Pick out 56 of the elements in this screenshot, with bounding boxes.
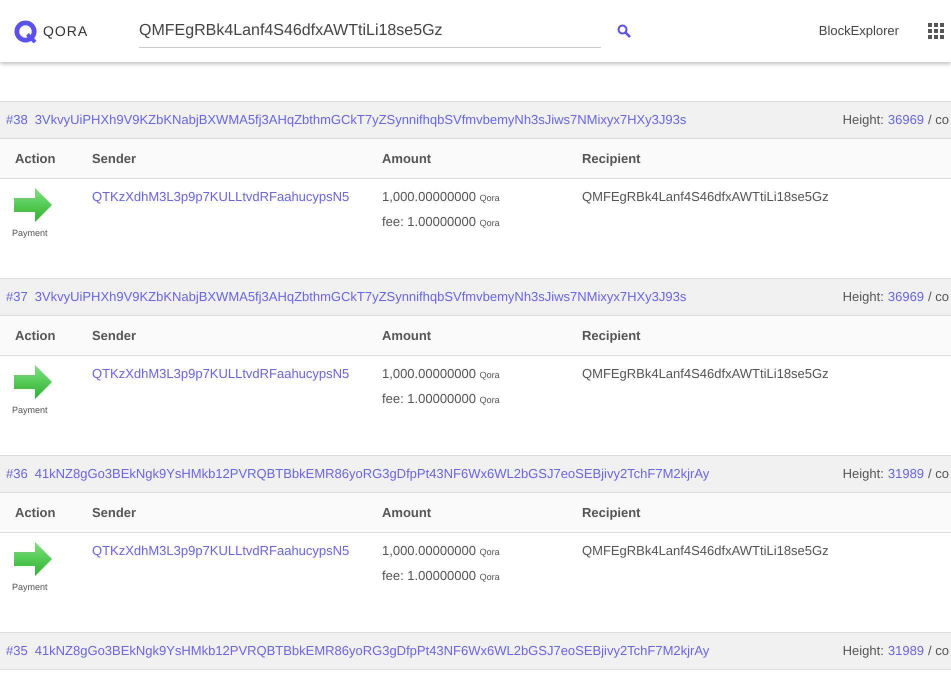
transaction-number-link[interactable]: #37 <box>6 287 28 307</box>
height-link[interactable]: 36969 <box>888 110 924 130</box>
signature-link[interactable]: 41kNZ8gGo3BEkNgk9YsHMkb12PVRQBTBbkEMR86yoRG3gDfpPt43NF6Wx6WL2bGSJ7eoSEBjivy2TchF7M2kjrAy <box>34 464 710 484</box>
transaction-number-link[interactable]: #36 <box>6 464 28 484</box>
search-icon[interactable] <box>617 24 631 38</box>
height-label: Height: <box>842 111 884 130</box>
transaction-number-link[interactable]: #35 <box>6 641 28 661</box>
transaction-number-link[interactable]: #38 <box>6 110 28 130</box>
action-label: Payment <box>12 227 48 240</box>
right-arrow-icon <box>13 541 53 577</box>
recipient-address: QMFEgRBk4Lanf4S46dfxAWTtiLi18se5Gz <box>582 542 830 560</box>
column-header: Sender <box>92 326 138 345</box>
apps-grid-icon[interactable] <box>928 23 944 39</box>
column-header: Recipient <box>582 326 642 345</box>
sender-link[interactable]: QTKzXdhM3L3p9p7KULLtvdRFaahucypsN5 <box>92 187 382 278</box>
column-header: Recipient <box>582 150 642 168</box>
block-explorer-link[interactable]: BlockExplorer <box>818 21 899 41</box>
signature-link[interactable]: 3VkvyUiPHXh9V9KZbKNabjBXWMA5fj3AHqZbthmGCkT7yZSynnifhqbSVfmvbemyNh3sJiws7NMixyx7HXy3J93s <box>34 287 686 307</box>
height-label: Height: <box>842 642 884 660</box>
column-header: Sender <box>92 504 138 522</box>
right-arrow-icon <box>13 187 53 223</box>
column-header: Action <box>15 326 56 345</box>
column-header: Amount <box>382 504 432 522</box>
height-suffix: / co <box>928 642 949 660</box>
logo-icon <box>14 20 37 42</box>
column-header: Action <box>15 150 56 168</box>
action-label: Payment <box>12 404 48 417</box>
height-suffix: / co <box>928 465 949 484</box>
amount-text: 1,000.00000000 Qora <box>382 188 501 206</box>
sender-link[interactable]: QTKzXdhM3L3p9p7KULLtvdRFaahucypsN5 <box>92 541 382 632</box>
fee-text: fee: 1.00000000 Qora <box>382 212 501 230</box>
amount-text: 1,000.00000000 Qora <box>382 365 501 383</box>
sender-link[interactable]: QTKzXdhM3L3p9p7KULLtvdRFaahucypsN5 <box>92 364 382 455</box>
height-link[interactable]: 31989 <box>888 464 924 484</box>
height-suffix: / co <box>928 111 949 130</box>
signature-link[interactable]: 41kNZ8gGo3BEkNgk9YsHMkb12PVRQBTBbkEMR86yoRG3gDfpPt43NF6Wx6WL2bGSJ7eoSEBjivy2TchF7M2kjrAy <box>34 641 710 661</box>
height-label: Height: <box>842 465 884 484</box>
column-header: Recipient <box>582 504 642 522</box>
height-link[interactable]: 31989 <box>888 641 924 661</box>
logo-text: QORA <box>43 22 88 41</box>
amount-text: 1,000.00000000 Qora <box>382 542 501 560</box>
recipient-address: QMFEgRBk4Lanf4S46dfxAWTtiLi18se5Gz <box>582 365 830 383</box>
fee-text: fee: 1.00000000 Qora <box>382 566 501 584</box>
column-header: Sender <box>92 150 138 168</box>
recipient-address: QMFEgRBk4Lanf4S46dfxAWTtiLi18se5Gz <box>582 188 830 206</box>
column-header: Action <box>15 504 56 522</box>
fee-text: fee: 1.00000000 Qora <box>382 390 501 408</box>
column-header: Amount <box>382 150 432 168</box>
signature-link[interactable]: 3VkvyUiPHXh9V9KZbKNabjBXWMA5fj3AHqZbthmGCkT7yZSynnifhqbSVfmvbemyNh3sJiws7NMixyx7HXy3J93s <box>34 110 686 130</box>
height-link[interactable]: 36969 <box>888 287 924 307</box>
column-header: Amount <box>382 326 432 345</box>
right-arrow-icon <box>13 364 53 400</box>
action-label: Payment <box>12 581 48 594</box>
search-field[interactable]: QMFEgRBk4Lanf4S46dfxAWTtiLi18se5Gz <box>139 14 601 48</box>
height-suffix: / co <box>928 288 949 306</box>
height-label: Height: <box>842 288 884 306</box>
